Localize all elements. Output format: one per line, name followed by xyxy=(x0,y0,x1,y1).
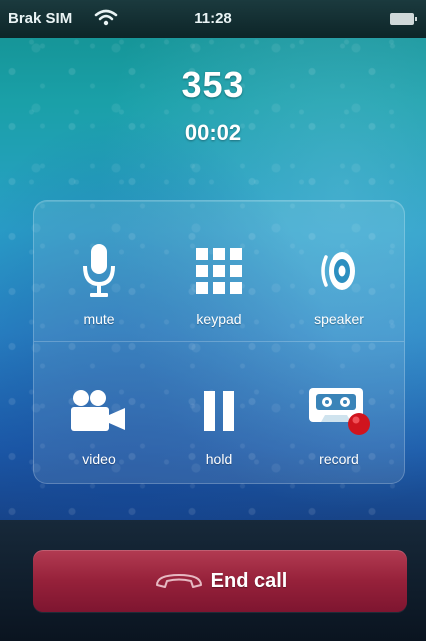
phone-hangup-icon xyxy=(155,574,202,588)
video-button[interactable]: video xyxy=(39,353,159,473)
call-controls-panel: mute keypad speaker video hold record xyxy=(33,200,405,484)
speaker-label: speaker xyxy=(314,311,364,327)
hold-button[interactable]: hold xyxy=(159,353,279,473)
keypad-label: keypad xyxy=(196,311,242,327)
mute-button[interactable]: mute xyxy=(39,213,159,333)
video-label: video xyxy=(82,451,116,467)
speaker-icon xyxy=(321,252,355,290)
record-label: record xyxy=(319,451,359,467)
keypad-button[interactable]: keypad xyxy=(159,213,279,333)
battery-icon xyxy=(390,13,417,25)
call-screen: Brak SIM 11:28 353 00:02 mute keypad spe… xyxy=(0,0,426,641)
status-time: 11:28 xyxy=(194,10,232,27)
keypad-icon xyxy=(196,248,242,294)
end-call-button[interactable]: End call xyxy=(33,550,407,612)
video-camera-icon xyxy=(71,390,125,431)
microphone-icon xyxy=(83,244,115,297)
speaker-button[interactable]: speaker xyxy=(279,213,399,333)
panel-divider xyxy=(34,341,404,342)
cassette-record-icon xyxy=(309,388,370,435)
record-button[interactable]: record xyxy=(279,353,399,473)
mute-label: mute xyxy=(83,311,115,327)
call-duration: 00:02 xyxy=(184,120,242,145)
caller-number: 353 xyxy=(181,64,245,105)
end-call-label: End call xyxy=(210,569,288,592)
status-bar: Brak SIM 11:28 xyxy=(0,0,426,38)
hold-label: hold xyxy=(205,451,233,467)
pause-icon xyxy=(204,391,234,431)
